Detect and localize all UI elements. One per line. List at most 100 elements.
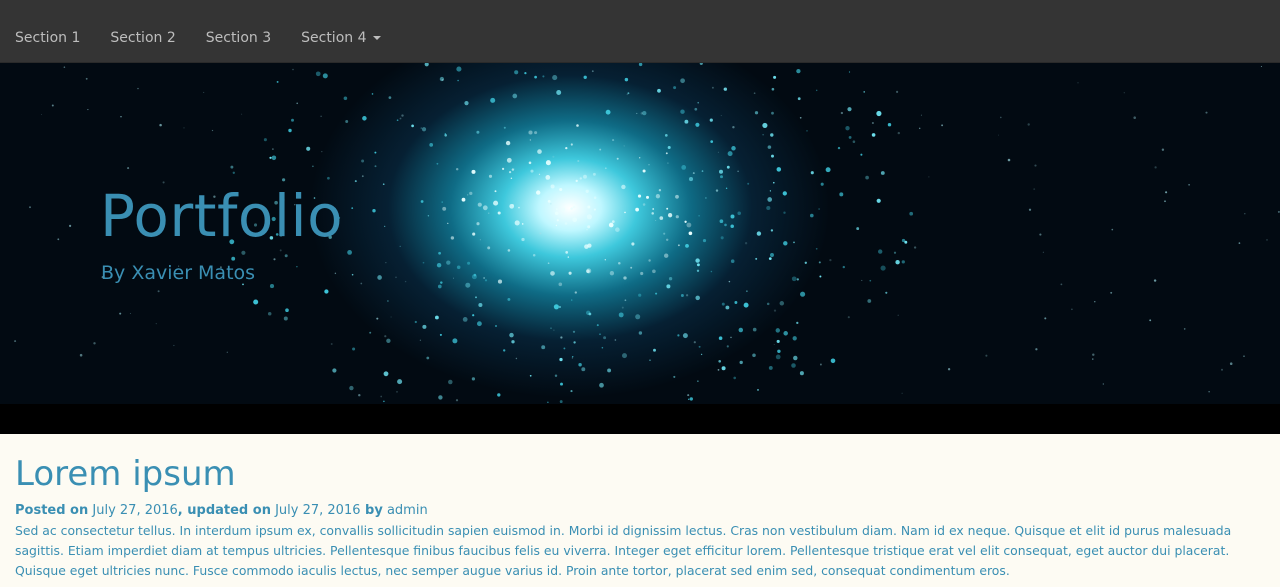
star-particle [560, 382, 563, 386]
star-particle [563, 347, 566, 350]
star-particle [464, 101, 469, 106]
star-particle [796, 321, 799, 325]
nav-item-section-1[interactable]: Section 1 [0, 0, 95, 63]
star-particle [775, 354, 781, 360]
star-particle [665, 238, 669, 242]
background-star [655, 220, 657, 221]
author-link[interactable]: admin [387, 503, 428, 518]
star-particle [696, 269, 700, 272]
nav-item-section-3[interactable]: Section 3 [191, 0, 286, 63]
star-particle [621, 184, 626, 190]
star-particle [721, 366, 726, 371]
background-star [642, 203, 646, 206]
star-particle [469, 191, 473, 196]
star-particle [767, 197, 773, 202]
star-particle [514, 70, 519, 75]
star-particle [506, 157, 512, 163]
star-particle [537, 149, 542, 154]
background-star [1149, 319, 1152, 322]
star-particle [770, 253, 774, 257]
star-particle [441, 201, 443, 203]
star-particle [267, 311, 272, 316]
star-particle [726, 345, 729, 348]
star-particle [343, 96, 348, 101]
background-star [129, 313, 131, 314]
star-particle [638, 63, 643, 67]
star-particle [232, 171, 235, 174]
star-particle [739, 360, 743, 365]
background-star [1094, 301, 1096, 303]
background-star [1165, 191, 1168, 194]
posted-date-link[interactable]: July 27, 2016 [92, 503, 177, 518]
star-particle [573, 341, 576, 344]
nav-item-section-4-dropdown[interactable]: Section 4 [286, 0, 395, 63]
star-particle [734, 301, 738, 304]
star-particle [754, 111, 759, 115]
nav-item-section-2[interactable]: Section 2 [95, 0, 190, 63]
star-particle [599, 333, 601, 335]
star-particle [386, 338, 391, 343]
updated-on-label: , updated on [177, 503, 271, 518]
star-particle [726, 165, 730, 169]
background-star [321, 150, 323, 153]
star-particle [689, 397, 693, 401]
star-particle [583, 75, 587, 79]
background-star [947, 368, 951, 371]
star-particle [837, 146, 841, 150]
background-star [1027, 123, 1030, 126]
star-particle [895, 260, 900, 265]
star-particle [635, 207, 639, 212]
star-particle [578, 363, 582, 367]
star-particle [436, 162, 439, 165]
star-particle [664, 134, 668, 137]
background-star [753, 92, 756, 95]
star-particle [558, 282, 563, 287]
star-particle [575, 179, 578, 183]
star-particle [562, 200, 565, 202]
star-particle [514, 220, 520, 226]
background-star [419, 339, 422, 341]
background-star [241, 113, 243, 115]
background-star [515, 357, 518, 360]
star-particle [450, 236, 455, 240]
background-star [1110, 291, 1113, 294]
star-particle [422, 324, 427, 329]
background-star [1092, 353, 1095, 356]
star-particle [659, 216, 664, 220]
star-particle [845, 126, 850, 131]
star-particle [607, 368, 612, 373]
star-particle [571, 299, 573, 301]
star-particle [559, 357, 563, 362]
star-particle [420, 200, 424, 203]
star-particle [382, 183, 385, 186]
star-particle [521, 223, 524, 225]
post-title[interactable]: Lorem ipsum [15, 452, 1265, 496]
star-particle [429, 143, 434, 147]
star-particle [545, 175, 551, 180]
star-particle [673, 86, 677, 90]
star-particle [605, 109, 611, 115]
star-particle [630, 266, 633, 269]
star-particle [839, 192, 844, 197]
star-particle [658, 189, 662, 192]
star-particle [488, 174, 493, 178]
background-star [226, 351, 228, 353]
star-particle [306, 146, 311, 151]
star-particle [847, 107, 852, 112]
background-star [692, 172, 695, 175]
star-particle [646, 195, 649, 199]
by-label: by [360, 503, 383, 518]
background-star [897, 314, 899, 316]
star-particle [783, 241, 788, 246]
background-star [334, 272, 337, 275]
star-particle [818, 208, 820, 210]
star-particle [893, 251, 897, 254]
star-particle [783, 211, 786, 214]
updated-date-link[interactable]: July 27, 2016 [275, 503, 360, 518]
background-star [897, 131, 900, 135]
star-particle [586, 269, 590, 274]
star-particle [771, 87, 775, 91]
star-particle [564, 222, 568, 225]
background-star [636, 112, 638, 114]
background-star [717, 151, 719, 153]
